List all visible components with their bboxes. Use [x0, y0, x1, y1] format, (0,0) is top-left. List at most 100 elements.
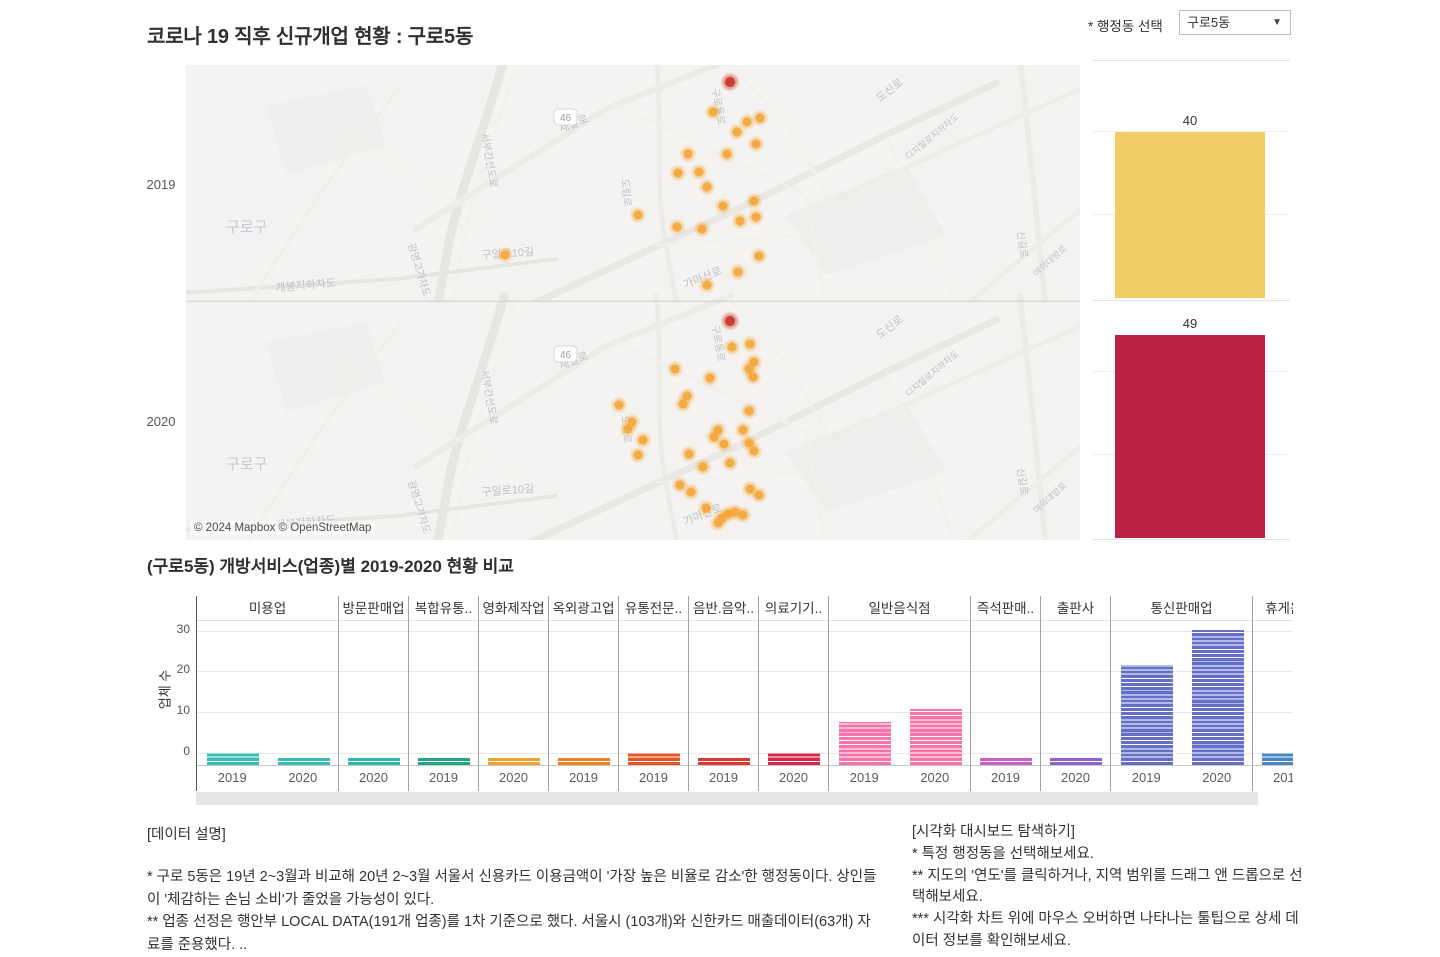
store-dot[interactable] — [676, 397, 690, 411]
panel-plot — [339, 621, 408, 765]
store-dot[interactable] — [716, 199, 730, 213]
store-dot[interactable] — [636, 433, 650, 447]
map-panel[interactable]: 구로구새말로구로동로도림로서부간선도로구일로10길개봉지하차도광명고가차도가마산… — [186, 65, 1080, 540]
store-dot[interactable] — [696, 460, 710, 474]
store-dot[interactable] — [720, 147, 734, 161]
bar-복합유통-2019[interactable] — [418, 758, 470, 765]
panel-plot — [549, 621, 618, 765]
map-attribution[interactable]: © 2024 Mapbox © OpenStreetMap — [190, 521, 376, 535]
x-axis-year-label: 2019 — [1131, 770, 1161, 785]
store-dot[interactable] — [746, 370, 760, 384]
x-axis-year-label: 2020 — [359, 770, 388, 785]
store-dot[interactable] — [631, 208, 645, 222]
store-dot[interactable] — [681, 147, 695, 161]
store-dot[interactable] — [684, 485, 698, 499]
bar-유통전문-2019[interactable] — [628, 753, 680, 765]
store-dot[interactable] — [715, 511, 729, 525]
bar-휴게음-2019[interactable] — [1262, 753, 1293, 765]
panel-category-label: 유통전문.. — [619, 596, 688, 621]
store-dot[interactable] — [752, 249, 766, 263]
bar-통신판매업-2019[interactable] — [1121, 665, 1173, 765]
total-bar-2020[interactable] — [1115, 335, 1265, 538]
store-dot[interactable] — [668, 362, 682, 376]
bar-방문판매업-2020[interactable] — [348, 758, 400, 765]
store-dot[interactable] — [749, 137, 763, 151]
x-axis-year-label: 2019 — [569, 770, 598, 785]
map-year-label-2020[interactable]: 2020 — [138, 414, 184, 429]
panel-year-row: 2019 — [619, 765, 688, 790]
store-dot[interactable] — [692, 165, 706, 179]
bar-출판사-2020[interactable] — [1050, 758, 1102, 765]
bar-value-label: 40 — [1182, 113, 1198, 128]
store-dot[interactable] — [723, 456, 737, 470]
bar-미용업-2019[interactable] — [207, 753, 259, 765]
store-dot[interactable] — [736, 508, 750, 522]
map-canvas[interactable]: 구로구새말로구로동로도림로서부간선도로구일로10길개봉지하차도광명고가차도가마산… — [186, 65, 1080, 540]
store-dot[interactable] — [730, 125, 744, 139]
panel-category-label: 의료기기.. — [759, 596, 828, 621]
bar-미용업-2020[interactable] — [278, 758, 330, 765]
guide-l1: * 특정 행정동을 선택해보세요. — [912, 845, 1094, 862]
bar-옥외광고업-2019[interactable] — [558, 758, 610, 765]
store-dot[interactable] — [747, 194, 761, 208]
store-dot[interactable] — [700, 278, 714, 292]
horizontal-scrollbar[interactable] — [196, 792, 1258, 805]
store-dot[interactable] — [703, 371, 717, 385]
store-dot[interactable] — [706, 105, 720, 119]
panel-year-row: 2019 2020 — [1111, 765, 1252, 790]
bar-일반음식점-2019[interactable] — [839, 722, 891, 765]
panel-plot — [409, 621, 478, 765]
store-dot[interactable] — [740, 115, 754, 129]
store-dot[interactable] — [731, 265, 745, 279]
store-dot[interactable] — [725, 340, 739, 354]
bar-음반음악-2019[interactable] — [698, 758, 750, 765]
store-dot[interactable] — [733, 214, 747, 228]
store-dot[interactable] — [670, 220, 684, 234]
data-description-p2: ** 업종 선정은 행안부 LOCAL DATA(191개 업종)를 1차 기준… — [147, 914, 871, 953]
highlight-store-dot[interactable] — [722, 313, 738, 329]
store-dot[interactable] — [747, 444, 761, 458]
panel-category-label: 일반음식점 — [829, 596, 970, 621]
bar-의료기기-2020[interactable] — [768, 753, 820, 765]
panel-plot — [197, 621, 338, 765]
store-dot[interactable] — [671, 166, 685, 180]
store-dot[interactable] — [743, 337, 757, 351]
store-dot[interactable] — [612, 398, 626, 412]
bar-영화제작업-2020[interactable] — [488, 758, 540, 765]
store-dot[interactable] — [749, 210, 763, 224]
panel-category-label: 영화제작업 — [479, 596, 548, 621]
store-dot[interactable] — [747, 355, 761, 369]
panel-year-row: 2020 — [339, 765, 408, 790]
dashboard-guide-note: [시각화 대시보드 탐색하기] * 특정 행정동을 선택해보세요. ** 지도의… — [912, 822, 1312, 953]
bar-통신판매업-2020[interactable] — [1192, 630, 1244, 765]
panel-plot — [619, 621, 688, 765]
map-year-label-2019[interactable]: 2019 — [138, 177, 184, 192]
district-select[interactable]: 구로5동 ▼ — [1179, 10, 1291, 35]
store-dot[interactable] — [753, 111, 767, 125]
y-tick-label: 20 — [176, 662, 190, 676]
x-axis-year-label: 2019 — [709, 770, 738, 785]
bar-즉석판매-2019[interactable] — [980, 758, 1032, 765]
store-dot[interactable] — [682, 447, 696, 461]
store-dot[interactable] — [498, 248, 512, 262]
store-dot[interactable] — [752, 488, 766, 502]
store-dot[interactable] — [695, 222, 709, 236]
industry-chart-title: (구로5동) 개방서비스(업종)별 2019-2020 현황 비교 — [147, 557, 514, 576]
store-dot[interactable] — [717, 437, 731, 451]
panel-plot — [829, 621, 970, 765]
panel-plot — [1253, 621, 1293, 765]
store-dot[interactable] — [631, 448, 645, 462]
store-dot[interactable] — [621, 422, 635, 436]
store-dot[interactable] — [736, 423, 750, 437]
total-bar-2019[interactable] — [1115, 132, 1265, 298]
y-tick-label: 10 — [176, 703, 190, 717]
store-dot[interactable] — [742, 404, 756, 418]
industry-panel-음반음악: 음반.음악.. 2019 — [689, 596, 759, 791]
panel-year-row: 2019 — [1253, 765, 1293, 790]
industry-panel-복합유통: 복합유통.. 2019 — [409, 596, 479, 791]
bar-일반음식점-2020[interactable] — [910, 709, 962, 765]
store-dot[interactable] — [700, 180, 714, 194]
store-dot[interactable] — [699, 501, 713, 515]
highlight-store-dot[interactable] — [722, 74, 738, 90]
panel-plot — [689, 621, 758, 765]
